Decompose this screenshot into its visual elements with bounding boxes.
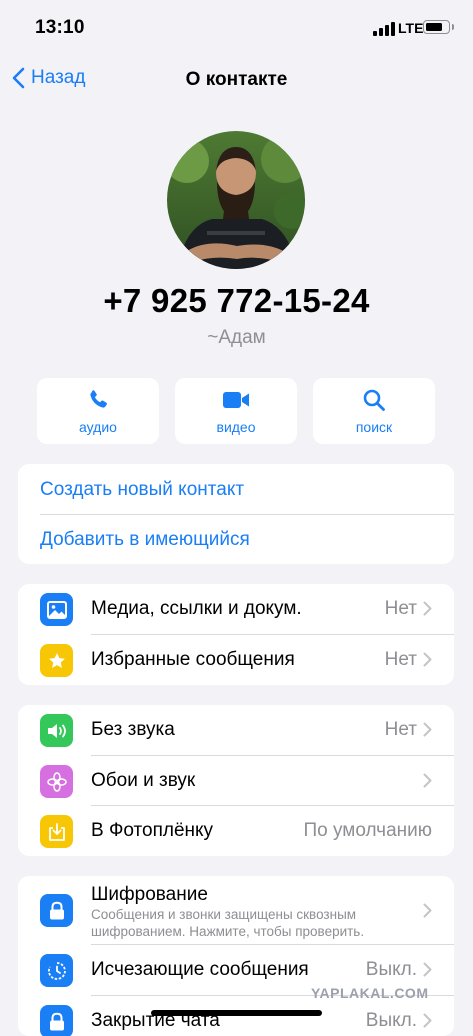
photo-icon	[40, 593, 73, 626]
row-label: Исчезающие сообщения	[91, 959, 309, 980]
row-value: Нет	[384, 649, 417, 670]
row-value: Выкл.	[365, 959, 417, 980]
phone-icon	[90, 390, 107, 408]
row-value: Нет	[384, 598, 417, 619]
chevron-right-icon	[423, 652, 432, 667]
battery-icon	[423, 20, 454, 34]
media-section: Медиа, ссылки и докум. Нет Избранные соо…	[18, 584, 454, 685]
video-icon	[223, 392, 249, 408]
row-value: Выкл.	[365, 1010, 417, 1031]
row-label: Без звука	[91, 719, 175, 740]
starred-messages-row[interactable]: Избранные сообщения Нет	[18, 635, 454, 685]
search-button[interactable]: поиск	[313, 378, 435, 444]
row-label: Шифрование	[91, 884, 208, 905]
search-icon	[363, 389, 385, 411]
flower-icon	[40, 765, 73, 798]
watermark: YAPLAKAL.COM	[311, 985, 429, 1001]
audio-call-button[interactable]: аудио	[37, 378, 159, 444]
encryption-description: Сообщения и звонки защищены сквозным шиф…	[91, 907, 365, 939]
search-label: поиск	[355, 419, 393, 435]
speaker-icon	[40, 714, 73, 747]
row-label: Избранные сообщения	[91, 649, 295, 670]
video-call-label: видео	[216, 419, 256, 435]
audio-call-label: аудио	[79, 419, 117, 435]
download-icon	[40, 815, 73, 848]
media-links-docs-row[interactable]: Медиа, ссылки и докум. Нет	[18, 584, 454, 634]
page-title: О контакте	[185, 69, 288, 90]
row-value: По умолчанию	[303, 820, 433, 841]
save-to-camera-roll-row[interactable]: В Фотоплёнку По умолчанию	[18, 806, 454, 856]
network-type: LTE	[398, 20, 424, 36]
chevron-right-icon	[423, 773, 432, 788]
status-time: 13:10	[35, 17, 85, 38]
video-call-button[interactable]: видео	[175, 378, 297, 444]
contact-links-card: Создать новый контакт Добавить в имеющий…	[18, 464, 454, 564]
divider	[40, 514, 454, 515]
row-label: Медиа, ссылки и докум.	[91, 598, 302, 619]
contact-phone: +7 925 772-15-24	[103, 282, 370, 319]
chevron-right-icon	[423, 903, 432, 918]
chevron-right-icon	[423, 722, 432, 737]
mute-row[interactable]: Без звука Нет	[18, 705, 454, 755]
chevron-right-icon	[423, 601, 432, 616]
lock-icon	[40, 894, 73, 927]
row-label: Обои и звук	[91, 770, 196, 791]
chat-lock-row[interactable]: Закрытие чата Выкл.	[18, 996, 454, 1036]
signal-icon	[373, 22, 395, 36]
encryption-row[interactable]: Шифрование Сообщения и звонки защищены с…	[18, 876, 454, 944]
action-buttons: аудио видео поиск	[37, 378, 435, 444]
home-indicator[interactable]	[151, 1010, 322, 1016]
star-icon	[40, 644, 73, 677]
lock-chat-icon	[40, 1005, 73, 1036]
notifications-section: Без звука Нет Обои и звук В Фотоплёнку П…	[18, 705, 454, 856]
create-contact-link[interactable]: Создать новый контакт	[40, 479, 244, 501]
chevron-right-icon	[423, 1013, 432, 1028]
timer-icon	[40, 954, 73, 987]
avatar[interactable]	[167, 131, 305, 269]
contact-nickname: ~Адам	[207, 327, 266, 348]
status-bar: 13:10 LTE	[0, 0, 473, 56]
add-to-existing-link[interactable]: Добавить в имеющийся	[40, 529, 250, 551]
row-value: Нет	[384, 719, 417, 740]
nav-bar: Назад О контакте	[0, 56, 473, 106]
chevron-right-icon	[423, 962, 432, 977]
wallpaper-sound-row[interactable]: Обои и звук	[18, 756, 454, 806]
row-label: В Фотоплёнку	[91, 820, 214, 841]
